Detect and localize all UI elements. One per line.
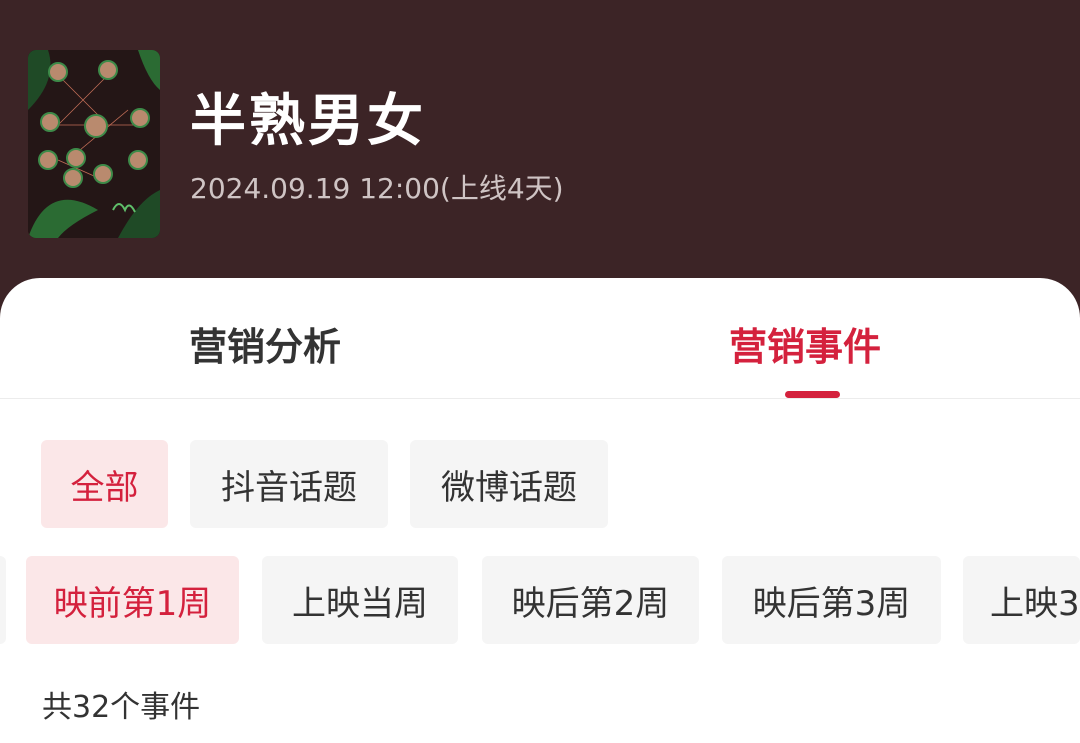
week-chip-partial-left[interactable] — [0, 556, 6, 644]
filter-weibo-topic[interactable]: 微博话题 — [410, 440, 608, 528]
event-count: 共32个事件 — [42, 690, 201, 725]
week-filter-post-week-3[interactable]: 映后第3周 — [722, 556, 941, 644]
poster-image[interactable] — [28, 50, 160, 238]
week-filter-next[interactable]: 上映3 — [963, 556, 1080, 644]
poster-illustration — [28, 50, 160, 238]
release-date: 2024.09.19 12:00(上线4天) — [190, 172, 564, 205]
tab-bar: 营销分析 营销事件 — [0, 278, 1080, 399]
filter-douyin-topic[interactable]: 抖音话题 — [190, 440, 388, 528]
week-filter-release-week[interactable]: 上映当周 — [262, 556, 458, 644]
page-title: 半熟男女 — [190, 89, 426, 154]
week-filter-pre-week-1[interactable]: 映前第1周 — [26, 556, 239, 644]
active-tab-indicator — [785, 391, 840, 398]
tab-marketing-analysis[interactable]: 营销分析 — [189, 316, 341, 371]
header: 半熟男女 2024.09.19 12:00(上线4天) — [0, 0, 1080, 300]
content-sheet: 营销分析 营销事件 全部 抖音话题 微博话题 映前第1周 上映当周 映后第2周 … — [0, 278, 1080, 743]
tab-marketing-events[interactable]: 营销事件 — [729, 316, 881, 371]
filter-all[interactable]: 全部 — [41, 440, 168, 528]
week-filter-post-week-2[interactable]: 映后第2周 — [482, 556, 699, 644]
